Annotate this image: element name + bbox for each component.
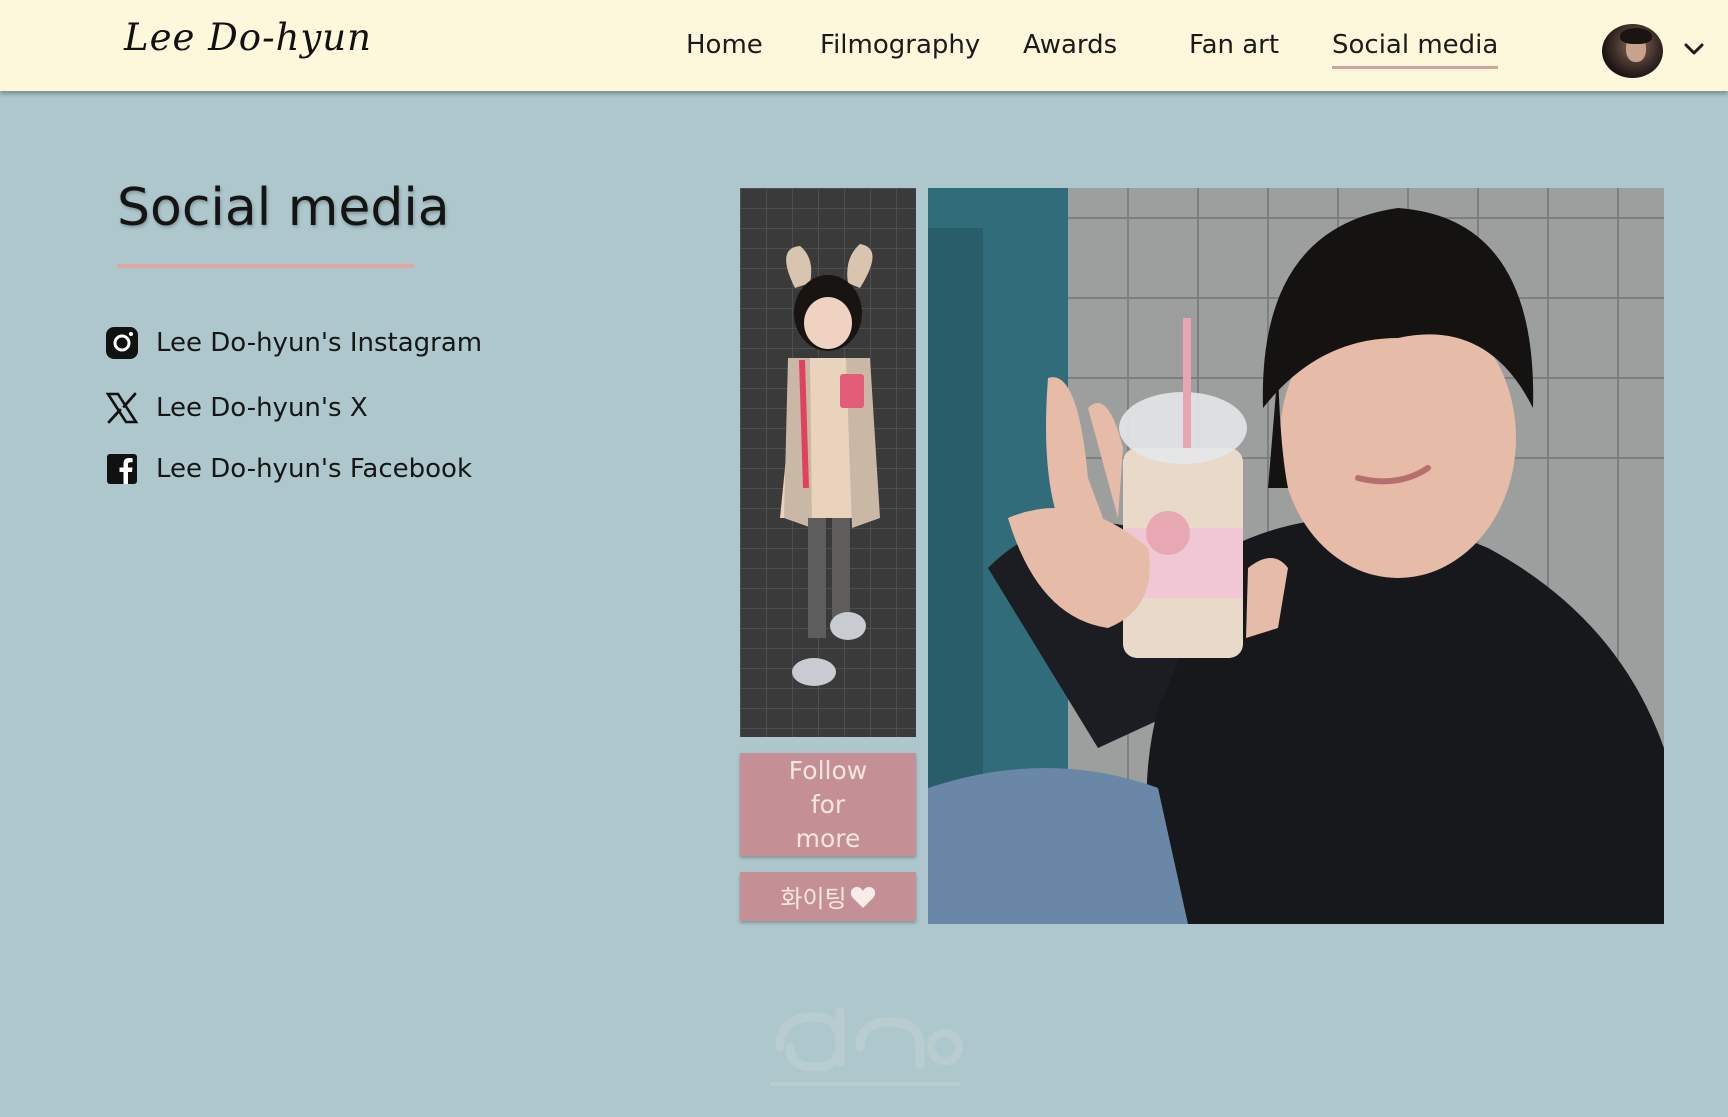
nav-filmography[interactable]: Filmography [820,30,980,60]
facebook-icon [107,454,137,484]
nav-awards[interactable]: Awards [1023,30,1117,60]
profile-avatar[interactable] [1602,24,1663,78]
nav-social-media[interactable]: Social media [1332,30,1499,69]
child-photo [740,188,916,737]
x-link[interactable]: Lee Do-hyun's X [105,390,368,426]
fighting-button-label: 화이팅 [780,885,847,913]
x-icon [105,392,139,424]
top-navigation-bar: Lee Do-hyun Home Filmography Awards Fan … [0,0,1728,91]
instagram-icon [106,327,138,359]
avatar-hair [1620,28,1652,44]
facebook-link[interactable]: Lee Do-hyun's Facebook [105,451,472,487]
title-underline [117,264,414,268]
instagram-link-label: Lee Do-hyun's Instagram [156,328,483,358]
site-logo[interactable]: Lee Do-hyun [124,16,372,59]
nav-fan-art[interactable]: Fan art [1189,30,1279,60]
chevron-down-icon[interactable] [1683,38,1705,60]
follow-button-label: Follow for more [788,755,868,853]
page-title: Social media [117,178,450,238]
fighting-button[interactable]: 화이팅 [740,872,916,921]
heart-icon [850,886,875,908]
watermark-logo [770,1007,963,1086]
x-link-label: Lee Do-hyun's X [156,393,368,423]
follow-for-more-button[interactable]: Follow for more [740,753,916,856]
lee-do-hyun-photo [928,188,1664,924]
facebook-link-label: Lee Do-hyun's Facebook [156,454,473,484]
instagram-link[interactable]: Lee Do-hyun's Instagram [105,325,482,361]
nav-home[interactable]: Home [686,30,763,60]
